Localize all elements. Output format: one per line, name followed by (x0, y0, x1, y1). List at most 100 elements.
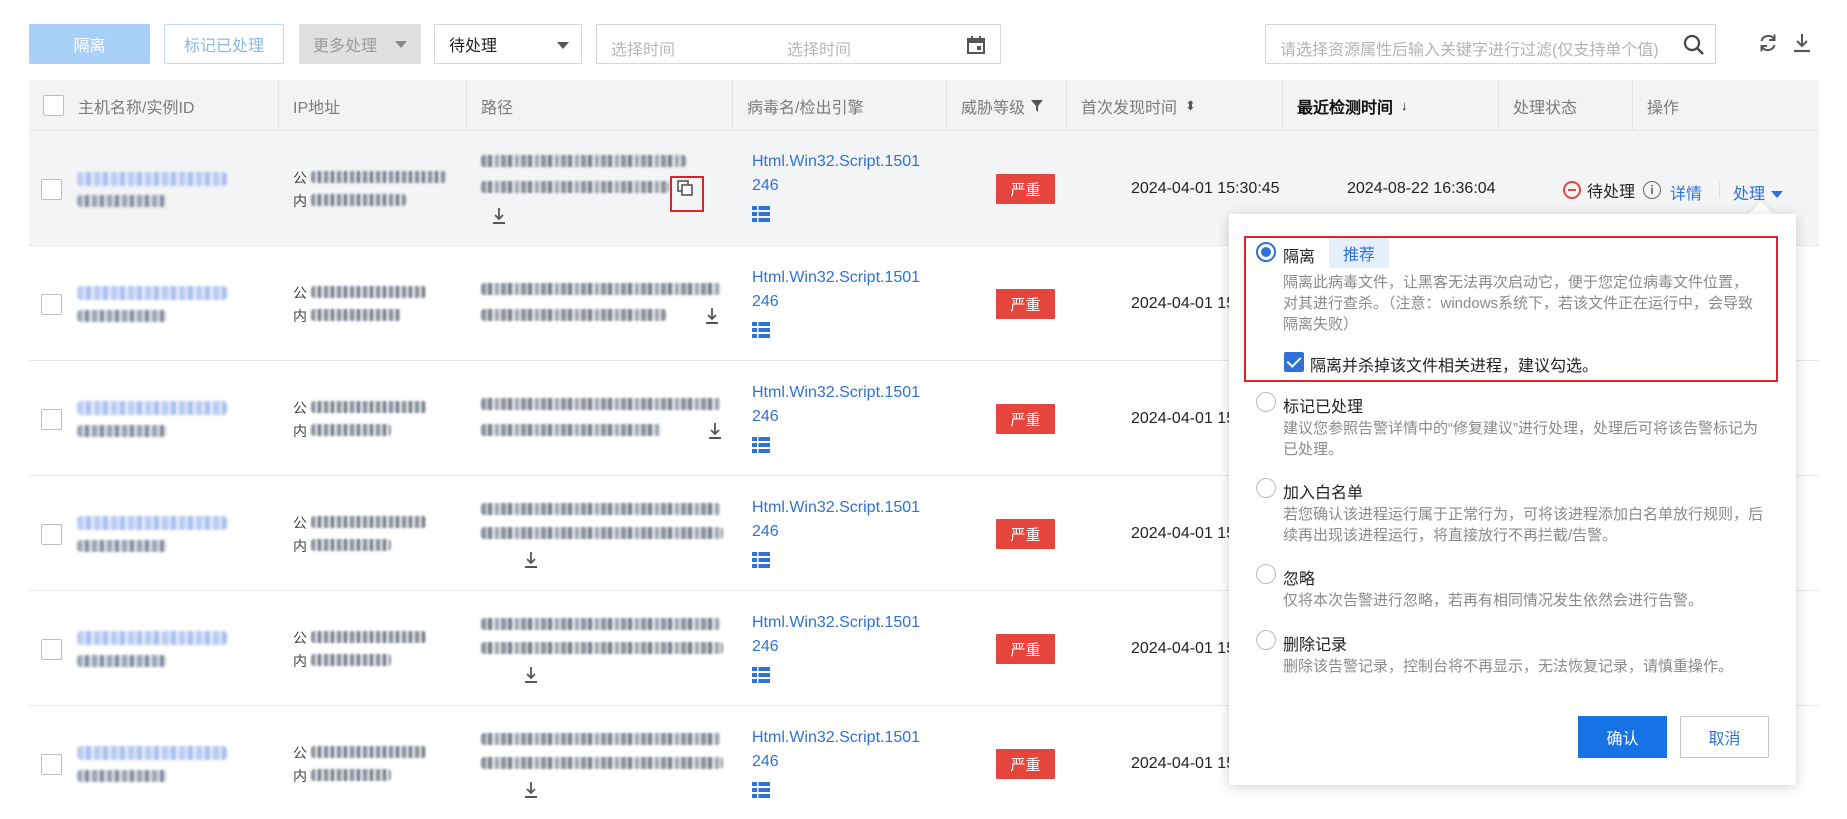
engine-list-icon[interactable] (752, 552, 770, 568)
row-checkbox[interactable] (41, 409, 62, 430)
download-icon[interactable] (707, 422, 723, 440)
host-name-link[interactable] (77, 286, 227, 300)
file-path (481, 642, 723, 654)
filter-icon[interactable] (1031, 99, 1044, 112)
radio-mark-handled[interactable] (1256, 392, 1276, 412)
radio-ignore[interactable] (1256, 564, 1276, 584)
engine-list-icon[interactable] (752, 782, 770, 798)
threat-level-badge: 严重 (996, 289, 1055, 319)
download-icon[interactable] (704, 307, 720, 325)
download-icon[interactable] (523, 666, 539, 684)
host-name-link[interactable] (77, 516, 227, 530)
option-delete-desc: 删除该告警记录，控制台将不再显示，无法恢复记录，请慎重操作。 (1283, 658, 1734, 675)
radio-whitelist[interactable] (1256, 478, 1276, 498)
option-delete-title[interactable]: 删除记录 (1283, 631, 1347, 655)
last-detected-time: 2024-08-22 16:36:04 (1347, 180, 1496, 197)
instance-id (77, 770, 167, 782)
info-icon[interactable]: i (1643, 181, 1662, 199)
instance-id (77, 425, 167, 437)
virus-name-link[interactable]: Html.Win32.Script.1501 246 (752, 266, 922, 314)
detail-link[interactable]: 详情 (1670, 180, 1702, 204)
header-threat[interactable]: 威胁等级 (947, 80, 1067, 131)
chevron-down-icon (557, 42, 569, 49)
search-icon[interactable] (1683, 34, 1705, 56)
kill-process-checkbox[interactable] (1284, 352, 1304, 372)
header-ip-label: IP地址 (293, 99, 341, 117)
header-path-label: 路径 (481, 99, 514, 117)
header-threat-label: 威胁等级 (961, 99, 1026, 117)
header-status: 处理状态 (1499, 80, 1633, 131)
ip-public-value (311, 401, 426, 413)
kill-process-label[interactable]: 隔离并杀掉该文件相关进程，建议勾选。 (1310, 352, 1598, 376)
search-input[interactable]: 请选择资源属性后输入关键字进行过滤(仅支持单个值) (1265, 24, 1716, 64)
file-path (481, 618, 721, 630)
cancel-button[interactable]: 取消 (1680, 716, 1769, 758)
sort-desc-icon[interactable]: ↓ (1401, 98, 1408, 113)
ip-public-value (311, 516, 426, 528)
ip-private-tag: 内 (293, 308, 307, 324)
radio-delete-record[interactable] (1256, 630, 1276, 650)
virus-name-link[interactable]: Html.Win32.Script.1501 246 (752, 150, 922, 198)
download-icon[interactable] (491, 207, 507, 225)
ip-public-tag: 公 (293, 630, 307, 646)
sort-icon[interactable]: ⬍ (1185, 98, 1196, 114)
date-range-picker[interactable]: 选择时间 选择时间 (596, 24, 1001, 64)
engine-list-icon[interactable] (752, 437, 770, 453)
radio-isolate[interactable] (1256, 242, 1276, 262)
file-path (481, 733, 721, 745)
row-checkbox[interactable] (41, 754, 62, 775)
option-whitelist-title[interactable]: 加入白名单 (1283, 479, 1363, 503)
host-name-link[interactable] (77, 401, 227, 415)
header-actions-label: 操作 (1647, 99, 1680, 117)
file-path (481, 309, 666, 321)
virus-name-link[interactable]: Html.Win32.Script.1501 246 (752, 381, 922, 429)
isolate-button[interactable]: 隔离 (29, 24, 150, 64)
file-path (481, 424, 661, 436)
header-virus: 病毒名/检出引擎 (733, 80, 947, 131)
more-actions-dropdown[interactable]: 更多处理 (299, 24, 421, 64)
option-isolate-title[interactable]: 隔离 (1283, 243, 1315, 267)
row-checkbox[interactable] (41, 639, 62, 660)
header-host-label: 主机名称/实例ID (78, 99, 195, 117)
download-icon[interactable] (523, 781, 539, 799)
instance-id (77, 310, 167, 322)
engine-list-icon[interactable] (752, 322, 770, 338)
ip-public-tag: 公 (293, 285, 307, 301)
confirm-button[interactable]: 确认 (1578, 716, 1667, 758)
download-icon[interactable] (523, 551, 539, 569)
option-isolate-desc: 隔离此病毒文件，让黑客无法再次启动它，便于您定位病毒文件位置，对其进行查杀。（注… (1283, 274, 1754, 333)
calendar-icon[interactable] (966, 35, 986, 55)
threat-level-badge: 严重 (996, 174, 1055, 204)
header-last-detected-label: 最近检测时间 (1297, 99, 1394, 117)
virus-name-link[interactable]: Html.Win32.Script.1501 246 (752, 726, 922, 774)
option-ignore-title[interactable]: 忽略 (1283, 565, 1315, 589)
status-filter-select[interactable]: 待处理 (434, 24, 582, 64)
virus-name-link[interactable]: Html.Win32.Script.1501 246 (752, 611, 922, 659)
engine-list-icon[interactable] (752, 667, 770, 683)
instance-id (77, 195, 167, 207)
handle-dropdown[interactable]: 处理 (1733, 180, 1784, 204)
row-checkbox[interactable] (41, 524, 62, 545)
host-name-link[interactable] (77, 172, 227, 186)
download-icon[interactable] (1791, 32, 1813, 54)
threat-level-badge: 严重 (996, 404, 1055, 434)
date-end-field[interactable]: 选择时间 (787, 36, 851, 60)
row-checkbox[interactable] (41, 294, 62, 315)
date-start-field[interactable]: 选择时间 (611, 36, 675, 60)
virus-name-link[interactable]: Html.Win32.Script.1501 246 (752, 496, 922, 544)
row-checkbox[interactable] (41, 179, 62, 200)
header-last-detected[interactable]: 最近检测时间 ↓ (1283, 80, 1499, 131)
header-virus-label: 病毒名/检出引擎 (747, 99, 864, 117)
status-filter-value: 待处理 (449, 38, 498, 55)
host-name-link[interactable] (77, 746, 227, 760)
option-mark-handled-title[interactable]: 标记已处理 (1283, 393, 1363, 417)
mark-handled-button[interactable]: 标记已处理 (164, 24, 284, 64)
select-all-checkbox[interactable] (43, 95, 64, 116)
ip-public-value (311, 171, 446, 183)
refresh-icon[interactable] (1757, 32, 1779, 54)
host-name-link[interactable] (77, 631, 227, 645)
engine-list-icon[interactable] (752, 206, 770, 222)
divider (1719, 182, 1720, 198)
threat-level-badge: 严重 (996, 519, 1055, 549)
header-first-found[interactable]: 首次发现时间 ⬍ (1067, 80, 1283, 131)
